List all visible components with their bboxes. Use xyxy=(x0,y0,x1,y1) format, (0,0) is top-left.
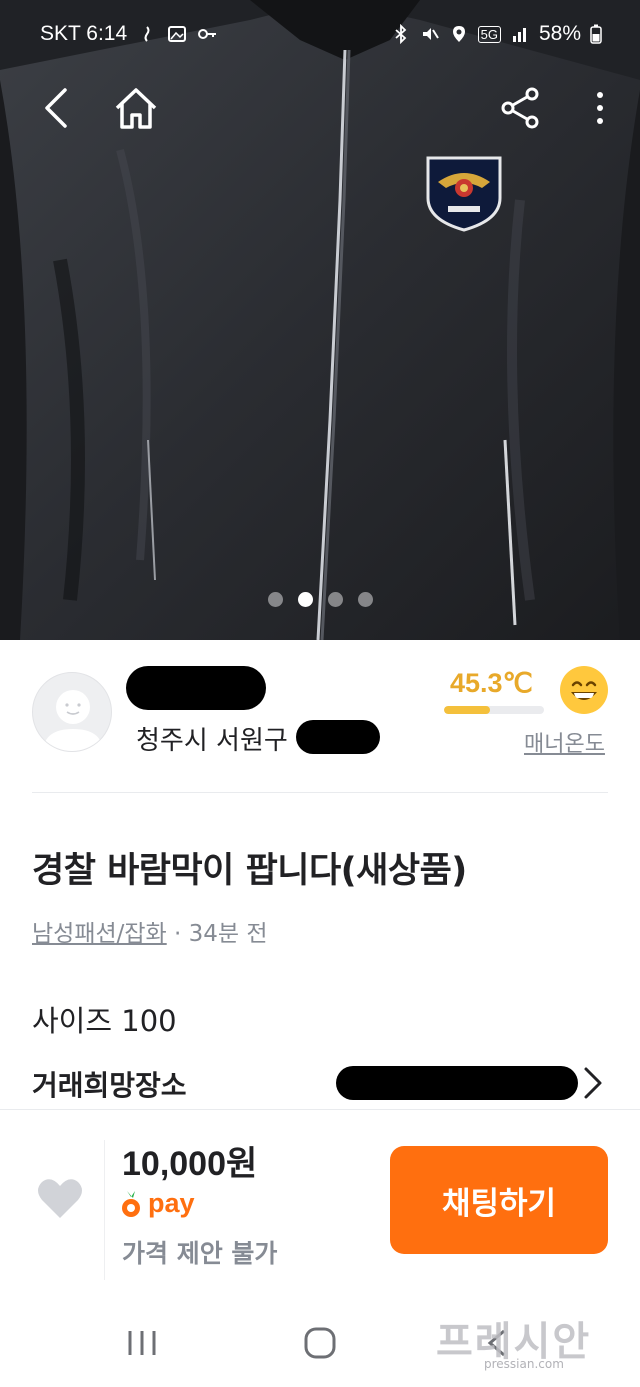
seller-location-redacted xyxy=(296,720,380,754)
manner-temperature-bar xyxy=(444,706,544,714)
trade-place-label: 거래희망장소 xyxy=(32,1069,187,1102)
manner-temperature-link[interactable]: 매너온도 xyxy=(524,726,605,758)
back-button[interactable] xyxy=(28,80,84,136)
home-button[interactable] xyxy=(108,80,164,136)
signal-icon xyxy=(512,28,526,42)
key-icon xyxy=(198,29,217,39)
grinning-face-icon xyxy=(560,666,608,714)
top-navigation xyxy=(0,80,640,140)
carrier-time: SKT 6:14 xyxy=(40,22,128,45)
default-avatar-icon xyxy=(43,690,103,751)
seller-avatar[interactable] xyxy=(32,672,112,752)
post-description: 사이즈 100 xyxy=(32,1004,177,1038)
post-title: 경찰 바람막이 팝니다(새상품) xyxy=(32,851,467,891)
carousel-dot xyxy=(297,592,313,607)
system-navigation-bar xyxy=(0,1301,640,1387)
trade-place-redacted xyxy=(336,1066,578,1100)
gallery-icon xyxy=(168,26,187,42)
seller-profile[interactable]: 청주시 서원구 45.3℃ 매너온도 xyxy=(0,640,640,792)
share-icon xyxy=(501,87,539,129)
seller-name-redacted xyxy=(126,666,266,710)
manner-temperature: 45.3℃ xyxy=(450,668,533,698)
chevron-right-icon xyxy=(584,1067,602,1099)
system-back-icon[interactable] xyxy=(476,1323,520,1363)
carousel-indicator xyxy=(0,592,640,607)
carousel-dot xyxy=(267,592,283,607)
recent-apps-icon[interactable] xyxy=(120,1323,164,1363)
network-5g-icon: 5G xyxy=(477,25,501,43)
price-negotiation-note: 가격 제안 불가 xyxy=(122,1239,278,1268)
location-icon xyxy=(452,26,465,42)
post-time: · 34분 전 xyxy=(166,921,268,947)
price: 10,000원 xyxy=(122,1145,258,1183)
category-link[interactable]: 남성패션/잡화 xyxy=(32,921,167,947)
notification-icon xyxy=(144,26,150,42)
bottom-bar-divider xyxy=(104,1140,105,1280)
carousel-dot xyxy=(357,592,373,607)
back-icon xyxy=(45,88,67,128)
system-home-icon[interactable] xyxy=(298,1323,342,1363)
more-vertical-icon xyxy=(597,92,603,124)
battery-icon xyxy=(590,24,602,44)
bluetooth-icon xyxy=(395,24,406,44)
mute-icon xyxy=(422,28,439,40)
bottom-action-bar: 10,000원 pay 가격 제안 불가 채팅하기 xyxy=(0,1109,640,1301)
pay-label: pay xyxy=(148,1188,195,1218)
battery-percent: 58% xyxy=(538,22,581,45)
heart-icon[interactable] xyxy=(36,1176,84,1220)
karrot-pay-logo: pay xyxy=(120,1188,195,1219)
carrot-icon xyxy=(122,1190,140,1217)
section-divider xyxy=(32,792,608,793)
home-icon xyxy=(115,88,157,129)
carousel-dot xyxy=(327,592,343,607)
seller-location: 청주시 서원구 xyxy=(136,726,288,756)
share-button[interactable] xyxy=(492,80,548,136)
post-meta: 남성패션/잡화 · 34분 전 xyxy=(32,914,268,948)
product-image-carousel[interactable]: SKT 6:14 5G 58% xyxy=(0,0,640,640)
more-options-button[interactable] xyxy=(572,80,628,136)
trade-place-row[interactable]: 거래희망장소 xyxy=(0,1058,640,1108)
manner-temperature-fill xyxy=(444,706,490,714)
chat-button[interactable]: 채팅하기 xyxy=(390,1146,608,1254)
status-bar: SKT 6:14 5G 58% xyxy=(0,18,640,52)
